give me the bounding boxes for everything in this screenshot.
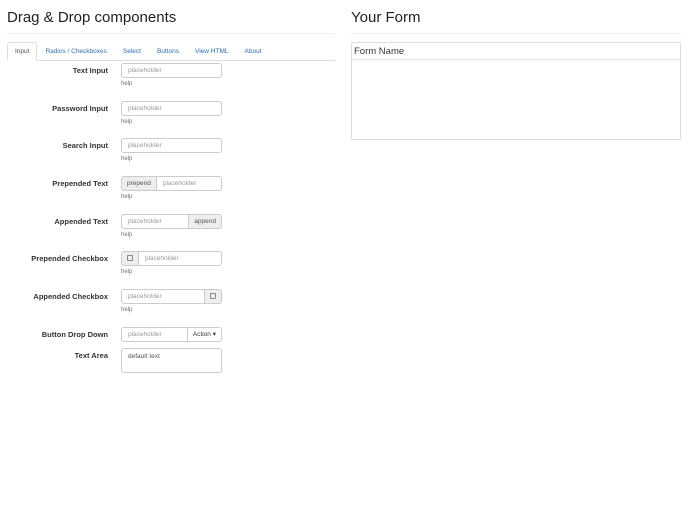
prepended-input[interactable]: placeholder bbox=[155, 176, 222, 191]
field-label: Prepended Text bbox=[52, 179, 108, 188]
components-title: Drag & Drop components bbox=[7, 9, 177, 26]
field-label: Text Area bbox=[74, 351, 108, 360]
prepended-checkbox-input[interactable]: placeholder bbox=[138, 251, 222, 266]
action-dropdown-button[interactable]: Action ▾ bbox=[187, 327, 222, 342]
text-area[interactable]: default text bbox=[121, 348, 222, 373]
field-label: Appended Text bbox=[54, 217, 108, 226]
help-text: help bbox=[121, 307, 133, 313]
help-text: help bbox=[121, 269, 133, 275]
tab-select[interactable]: Select bbox=[115, 42, 149, 60]
divider bbox=[7, 33, 335, 34]
field-label: Text Input bbox=[72, 66, 108, 75]
search-input[interactable]: placeholder bbox=[121, 138, 222, 153]
component-tabs: Input Radios / Checkboxes Select Buttons… bbox=[7, 42, 335, 61]
append-addon: append bbox=[189, 214, 222, 229]
divider bbox=[351, 33, 681, 34]
tab-view-html[interactable]: View HTML bbox=[187, 42, 236, 60]
form-title: Your Form bbox=[351, 9, 421, 26]
tab-about[interactable]: About bbox=[237, 42, 270, 60]
password-input[interactable]: placeholder bbox=[121, 101, 222, 116]
help-text: help bbox=[121, 232, 133, 238]
form-drop-area[interactable]: Form Name bbox=[351, 42, 681, 140]
field-label: Prepended Checkbox bbox=[31, 254, 108, 263]
help-text: help bbox=[121, 81, 133, 87]
checkbox[interactable] bbox=[210, 293, 216, 300]
tab-radios-checkboxes[interactable]: Radios / Checkboxes bbox=[37, 42, 114, 60]
prepend-addon: prepend bbox=[121, 176, 156, 191]
help-text: help bbox=[121, 194, 133, 200]
help-text: help bbox=[121, 156, 133, 162]
text-input[interactable]: placeholder bbox=[121, 63, 222, 78]
form-name-legend[interactable]: Form Name bbox=[354, 46, 404, 57]
field-label: Button Drop Down bbox=[41, 330, 108, 339]
checkbox[interactable] bbox=[127, 255, 133, 262]
dropdown-input[interactable]: placeholder bbox=[121, 327, 188, 342]
tab-input[interactable]: Input bbox=[7, 42, 38, 61]
field-label: Appended Checkbox bbox=[33, 292, 108, 301]
field-label: Search Input bbox=[62, 141, 108, 150]
appended-checkbox-input[interactable]: placeholder bbox=[121, 289, 205, 304]
appended-input[interactable]: placeholder bbox=[121, 214, 190, 229]
tab-buttons[interactable]: Buttons bbox=[149, 42, 187, 60]
field-label: Password Input bbox=[52, 104, 108, 113]
checkbox-addon bbox=[205, 289, 222, 304]
checkbox-addon bbox=[121, 251, 138, 266]
legend-divider bbox=[352, 59, 680, 60]
help-text: help bbox=[121, 119, 133, 125]
